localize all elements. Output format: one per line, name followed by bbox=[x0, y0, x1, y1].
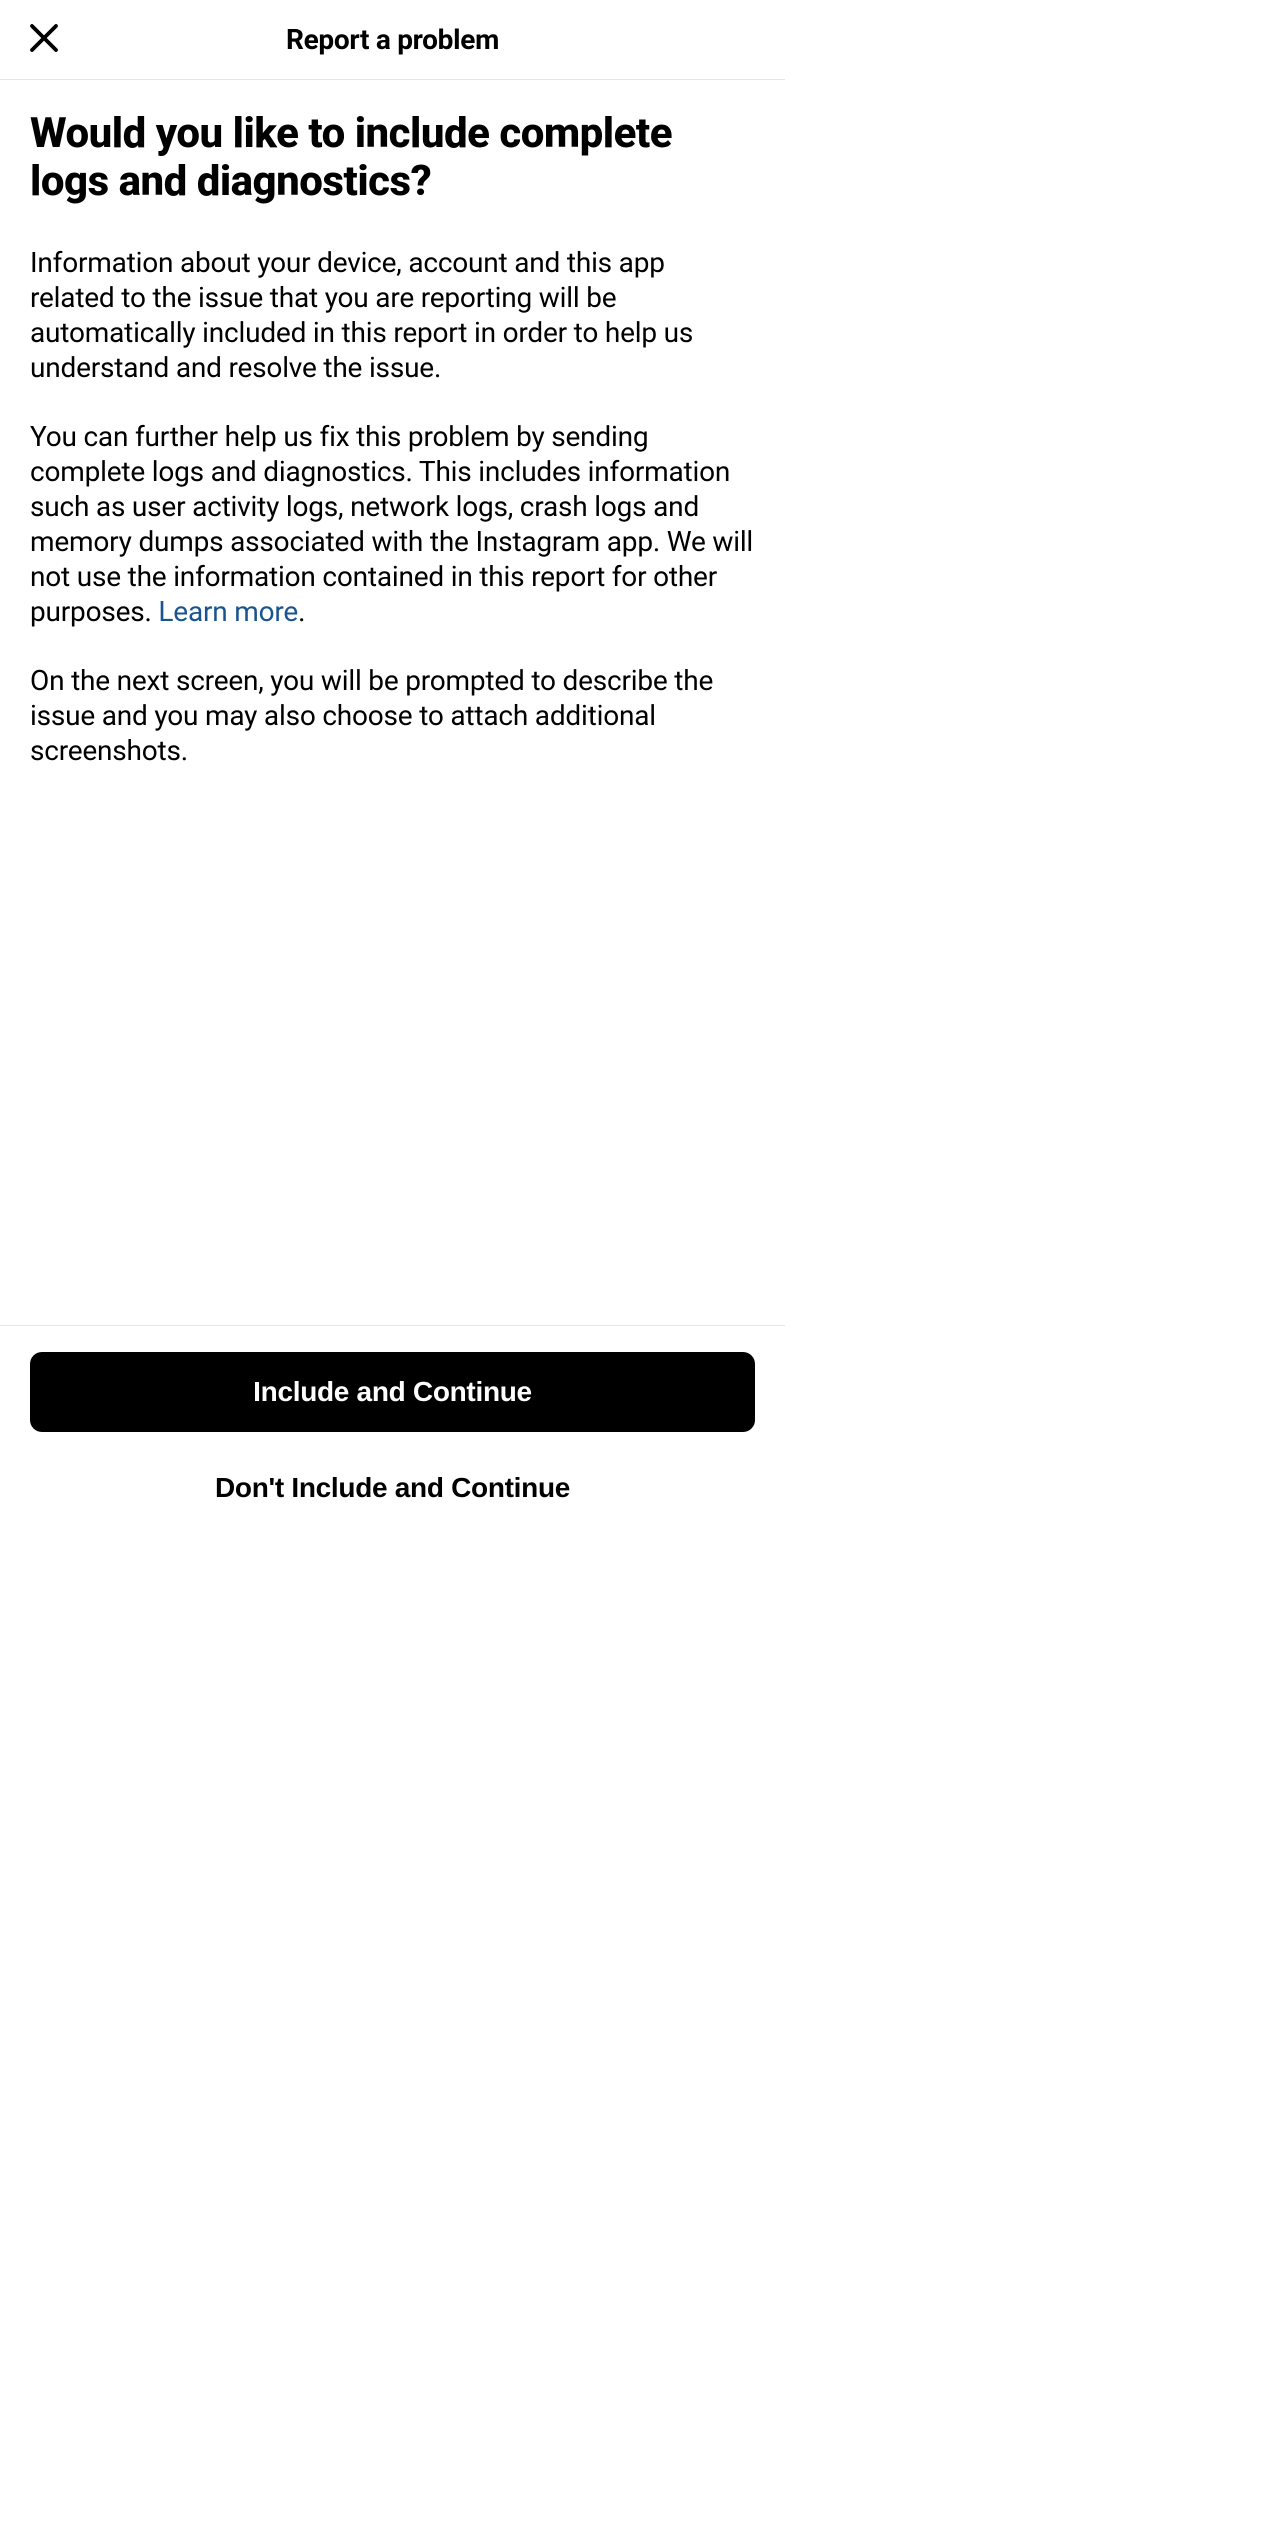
info-paragraph-2: You can further help us fix this problem… bbox=[30, 419, 755, 629]
footer: Include and Continue Don't Include and C… bbox=[0, 1325, 785, 1550]
close-icon bbox=[26, 20, 62, 60]
paragraph-2-end: . bbox=[298, 595, 305, 628]
close-button[interactable] bbox=[24, 20, 64, 60]
header: Report a problem bbox=[0, 0, 785, 80]
paragraph-2-text: You can further help us fix this problem… bbox=[30, 420, 753, 628]
include-and-continue-button[interactable]: Include and Continue bbox=[30, 1352, 755, 1432]
question-heading: Would you like to include complete logs … bbox=[30, 110, 755, 207]
dont-include-and-continue-button[interactable]: Don't Include and Continue bbox=[30, 1454, 755, 1522]
content-area: Would you like to include complete logs … bbox=[0, 80, 785, 1325]
info-paragraph-1: Information about your device, account a… bbox=[30, 245, 755, 385]
page-title: Report a problem bbox=[286, 23, 499, 56]
info-paragraph-3: On the next screen, you will be prompted… bbox=[30, 663, 755, 768]
learn-more-link[interactable]: Learn more bbox=[158, 595, 298, 628]
